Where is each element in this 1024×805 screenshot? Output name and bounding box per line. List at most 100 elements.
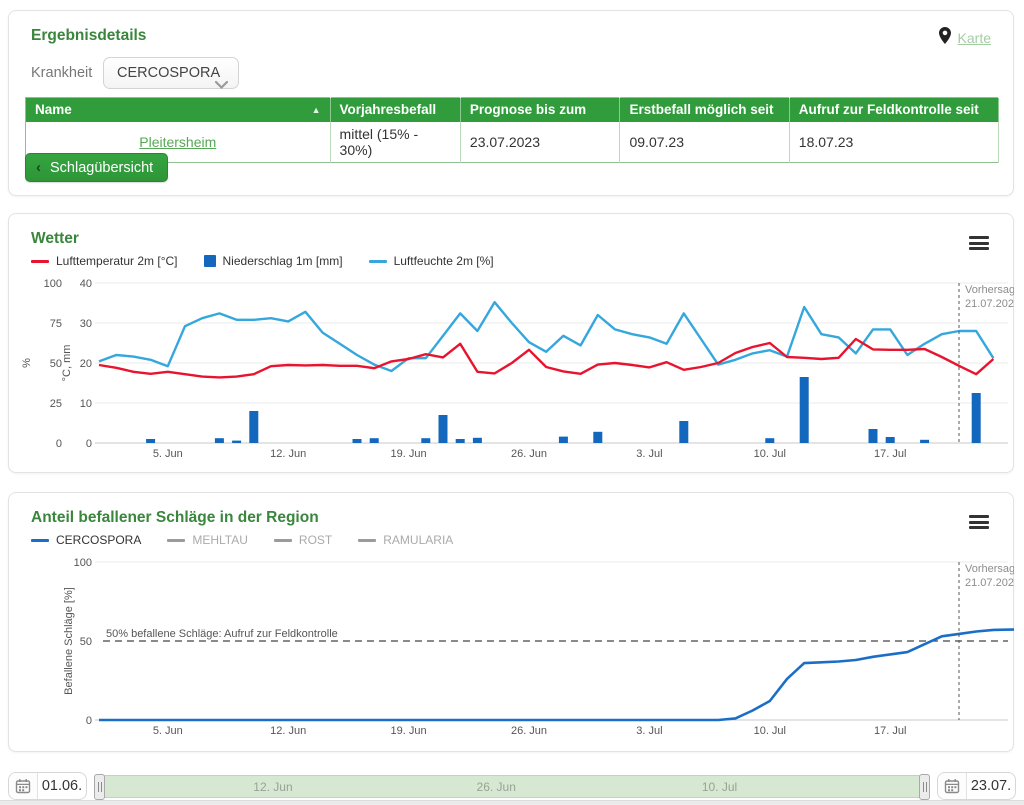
svg-text:17. Jul: 17. Jul [874, 448, 906, 460]
slider-handle-left[interactable] [94, 774, 105, 800]
weather-legend: Lufttemperatur 2m [°C] Niederschlag 1m [… [31, 254, 494, 268]
temperature-line-marker [31, 260, 49, 263]
weather-panel: Wetter Lufttemperatur 2m [°C] Niederschl… [8, 213, 1014, 473]
svg-text:19. Jun: 19. Jun [391, 725, 427, 737]
svg-text:3. Jul: 3. Jul [636, 448, 662, 460]
chevron-left-icon: ‹ [36, 159, 41, 176]
svg-text:21.07.2023: 21.07.2023 [965, 577, 1014, 589]
svg-text:26. Jun: 26. Jun [511, 725, 547, 737]
chart-menu-icon[interactable] [969, 236, 989, 253]
svg-text:10. Jul: 10. Jul [754, 725, 786, 737]
svg-text:17. Jul: 17. Jul [874, 725, 906, 737]
precipitation-bar-marker [204, 255, 216, 267]
humidity-line-marker [369, 260, 387, 263]
weather-title: Wetter [31, 230, 79, 248]
precipitation-bars [146, 377, 981, 443]
end-date-group: 23.07. [937, 772, 1016, 800]
svg-text:21.07.2023: 21.07.2023 [965, 298, 1014, 310]
column-header-erstbefall[interactable]: Erstbefall möglich seit [620, 98, 789, 122]
results-table: Name ▲ Vorjahresbefall Prognose bis zum … [25, 97, 999, 163]
end-calendar-button[interactable] [938, 773, 967, 799]
map-link[interactable]: Karte [958, 30, 991, 46]
svg-text:26. Jun: 26. Jun [511, 448, 547, 460]
legend-item-humidity[interactable]: Luftfeuchte 2m [%] [369, 254, 494, 268]
end-date-input[interactable]: 23.07. [967, 773, 1015, 799]
svg-text:75: 75 [50, 318, 62, 330]
disease-label: Krankheit [31, 65, 92, 81]
start-date-input[interactable]: 01.06. [38, 773, 86, 799]
track-tick-label: 10. Jul [702, 780, 737, 794]
mehltau-line-marker [167, 539, 185, 542]
svg-text:Befallene Schläge [%]: Befallene Schläge [%] [63, 587, 75, 695]
svg-text:12. Jun: 12. Jun [270, 448, 306, 460]
svg-text:100: 100 [74, 557, 92, 569]
start-calendar-button[interactable] [9, 773, 38, 799]
schlaguebersicht-button[interactable]: ‹ Schlagübersicht [25, 153, 168, 182]
legend-item-cercospora[interactable]: CERCOSPORA [31, 533, 141, 547]
legend-item-rost[interactable]: ROST [274, 533, 332, 547]
results-details-panel: Ergebnisdetails Karte Krankheit CERCOSPO… [8, 10, 1014, 196]
disease-select-value: CERCOSPORA [117, 65, 220, 81]
sort-asc-icon: ▲ [312, 105, 321, 115]
calendar-icon [15, 778, 31, 794]
chevron-down-icon [215, 70, 228, 100]
svg-text:0: 0 [86, 438, 92, 450]
cell-feldkontrolle: 18.07.23 [789, 122, 998, 163]
weather-chart[interactable]: 1007550250403020100%°C, mm5. Jun12. Jun1… [20, 273, 1014, 465]
track-tick-label: 12. Jun [253, 780, 292, 794]
location-link[interactable]: Pleitersheim [139, 134, 216, 150]
svg-text:50: 50 [80, 636, 92, 648]
column-header-name[interactable]: Name ▲ [26, 98, 331, 122]
svg-text:10: 10 [80, 398, 92, 410]
region-title: Anteil befallener Schläge in der Region [31, 509, 319, 527]
legend-item-precipitation[interactable]: Niederschlag 1m [mm] [204, 254, 343, 268]
cercospora-line [99, 629, 1014, 720]
cell-vorjahresbefall: mittel (15% - 30%) [330, 122, 460, 163]
date-range-slider: 01.06. 12. Jun 26. Jun 10. Jul 23.07. [8, 772, 1016, 800]
region-chart[interactable]: 100 50 0 50% befallene Schläge: Aufruf zur … [20, 552, 1014, 742]
table-row: Pleitersheim mittel (15% - 30%) 23.07.20… [26, 122, 999, 163]
svg-text:30: 30 [80, 318, 92, 330]
cell-erstbefall: 09.07.23 [620, 122, 789, 163]
slider-track[interactable]: 12. Jun 26. Jun 10. Jul [96, 775, 928, 798]
rost-line-marker [274, 539, 292, 542]
back-button-label: Schlagübersicht [50, 160, 153, 176]
map-link-wrap[interactable]: Karte [939, 27, 991, 49]
svg-text:25: 25 [50, 398, 62, 410]
ramularia-line-marker [358, 539, 376, 542]
svg-text:10. Jul: 10. Jul [754, 448, 786, 460]
svg-text:5. Jun: 5. Jun [153, 725, 183, 737]
disease-select[interactable]: CERCOSPORA [103, 57, 239, 89]
column-header-feldkontrolle[interactable]: Aufruf zur Feldkontrolle seit [789, 98, 998, 122]
start-date-group: 01.06. [8, 772, 87, 800]
table-header-row: Name ▲ Vorjahresbefall Prognose bis zum … [26, 98, 999, 122]
svg-text:Vorhersage: Vorhersage [965, 563, 1014, 575]
legend-item-mehltau[interactable]: MEHLTAU [167, 533, 248, 547]
svg-text:3. Jul: 3. Jul [636, 725, 662, 737]
temperature-line [99, 339, 993, 377]
svg-text:20: 20 [80, 358, 92, 370]
column-header-vorjahresbefall[interactable]: Vorjahresbefall [330, 98, 460, 122]
legend-item-ramularia[interactable]: RAMULARIA [358, 533, 453, 547]
chart-menu-icon[interactable] [969, 515, 989, 532]
column-header-prognose[interactable]: Prognose bis zum [460, 98, 620, 122]
svg-text:0: 0 [86, 715, 92, 727]
footer-strip [0, 800, 1024, 805]
svg-text:5. Jun: 5. Jun [153, 448, 183, 460]
cercospora-line-marker [31, 539, 49, 542]
svg-text:°C, mm: °C, mm [61, 345, 73, 382]
svg-text:100: 100 [44, 278, 62, 290]
legend-item-temperature[interactable]: Lufttemperatur 2m [°C] [31, 254, 178, 268]
svg-text:Vorhersage: Vorhersage [965, 284, 1014, 296]
slider-handle-right[interactable] [919, 774, 930, 800]
svg-text:50% befallene Schläge: Aufruf: 50% befallene Schläge: Aufruf zur Feldko… [106, 628, 338, 640]
track-tick-label: 26. Jun [477, 780, 516, 794]
svg-text:0: 0 [56, 438, 62, 450]
region-legend: CERCOSPORA MEHLTAU ROST RAMULARIA [31, 533, 453, 547]
page-title: Ergebnisdetails [31, 27, 146, 45]
svg-text:12. Jun: 12. Jun [270, 725, 306, 737]
svg-text:40: 40 [80, 278, 92, 290]
region-infestation-panel: Anteil befallener Schläge in der Region … [8, 492, 1014, 752]
humidity-line [99, 302, 993, 371]
cell-prognose: 23.07.2023 [460, 122, 620, 163]
